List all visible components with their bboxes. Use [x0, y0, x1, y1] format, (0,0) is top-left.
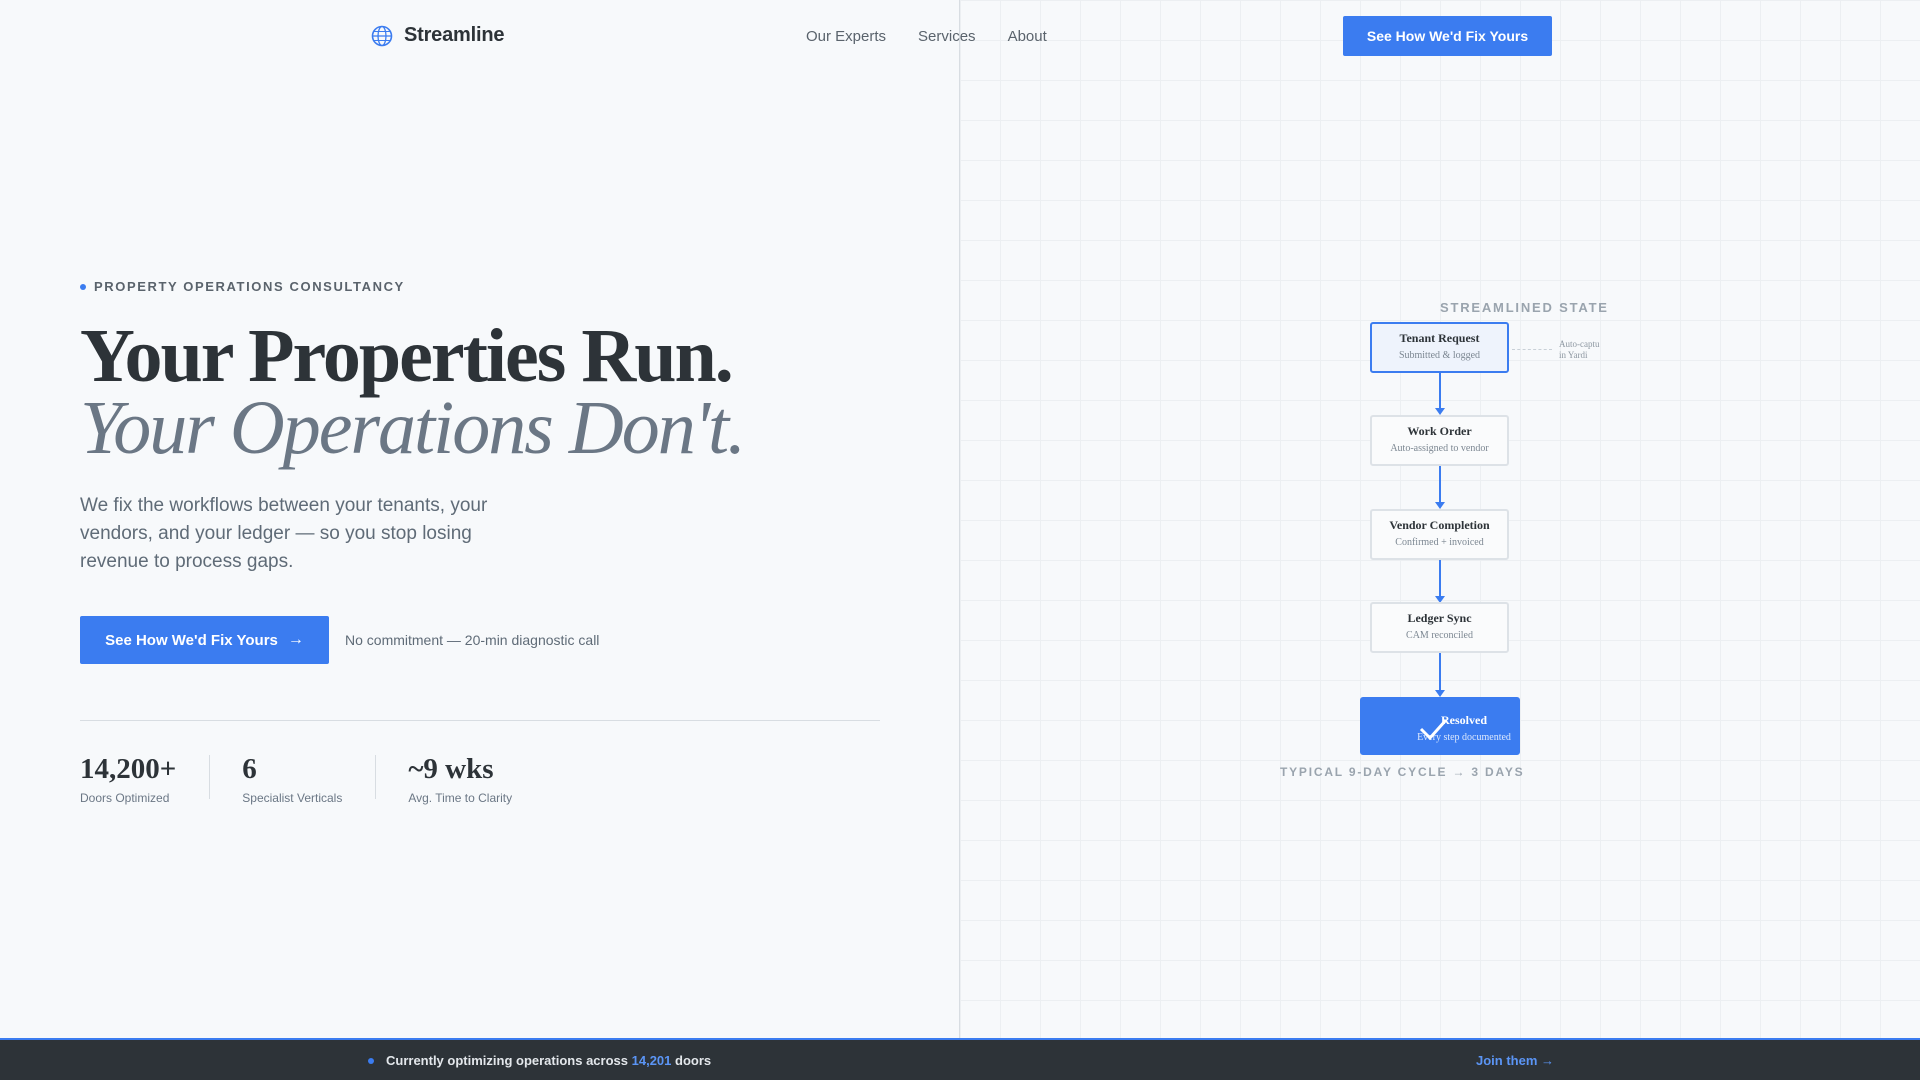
- headline-line-2: Your Operations Don't.: [80, 386, 746, 470]
- side-note-line-1: Auto-captu: [1559, 339, 1600, 349]
- flow-node-subtitle: CAM reconciled: [1406, 630, 1473, 641]
- flow-side-note: Auto-captu in Yardi: [1559, 339, 1600, 361]
- stat-value: 14,200+: [80, 753, 177, 785]
- hero-cta-button[interactable]: See How We'd Fix Yours →: [80, 616, 329, 664]
- annotation-connector: [1512, 349, 1552, 350]
- eyebrow-dot-icon: [80, 283, 86, 290]
- cycle-caption: TYPICAL 9-DAY CYCLE → 3 DAYS: [1280, 765, 1525, 779]
- nav-services[interactable]: Services: [918, 28, 976, 45]
- flow-node-subtitle: Confirmed + invoiced: [1395, 537, 1484, 548]
- headline-line-1: Your Properties Run.: [80, 314, 734, 398]
- flow-node-work-order: Work Order Auto-assigned to vendor: [1370, 415, 1509, 466]
- flow-arrow: [1435, 560, 1445, 603]
- flow-node-vendor-completion: Vendor Completion Confirmed + invoiced: [1370, 509, 1509, 560]
- flow-node-title: Work Order: [1407, 424, 1472, 438]
- status-text-before: Currently optimizing operations across: [386, 1053, 628, 1068]
- flow-node-tenant-request: Tenant Request Submitted & logged: [1370, 322, 1509, 373]
- arrow-right-icon: →: [287, 631, 304, 648]
- status-text-after: doors: [675, 1053, 712, 1068]
- stat-label: Specialist Verticals: [242, 791, 343, 805]
- flow-node-subtitle: Submitted & logged: [1398, 350, 1481, 361]
- doors-count: 14,201: [631, 1053, 672, 1068]
- brand-logo[interactable]: Streamline: [371, 24, 504, 47]
- status-text: Currently optimizing operations across 1…: [386, 1053, 711, 1068]
- join-them-link[interactable]: Join them →: [1476, 1053, 1554, 1068]
- flow-node-title: Tenant Request: [1399, 331, 1480, 345]
- flow-arrow: [1435, 653, 1445, 697]
- globe-icon: [371, 25, 393, 46]
- stat-value: ~9 wks: [408, 753, 494, 785]
- stat-doors: 14,200+ Doors Optimized: [80, 753, 211, 805]
- side-note-line-2: in Yardi: [1559, 350, 1588, 360]
- flow-arrow: [1435, 373, 1445, 415]
- flow-title: STREAMLINED STATE: [1440, 300, 1609, 315]
- flow-node-subtitle: Auto-assigned to vendor: [1390, 443, 1489, 454]
- stat-label: Avg. Time to Clarity: [408, 791, 513, 805]
- header-cta-button[interactable]: See How We'd Fix Yours: [1343, 16, 1552, 56]
- eyebrow: PROPERTY OPERATIONS CONSULTANCY: [80, 279, 405, 294]
- checkmark-icon: [1419, 719, 1448, 741]
- stat-label: Doors Optimized: [80, 791, 170, 805]
- nav-our-experts[interactable]: Our Experts: [806, 28, 886, 45]
- stat-time: ~9 wks Avg. Time to Clarity: [408, 753, 545, 806]
- eyebrow-text: PROPERTY OPERATIONS CONSULTANCY: [94, 279, 405, 294]
- stats-row: 14,200+ Doors Optimized 6 Specialist Ver…: [80, 753, 577, 806]
- status-bar: Currently optimizing operations across 1…: [0, 1038, 1920, 1080]
- stat-value: 6: [242, 753, 257, 785]
- flow-arrow: [1435, 466, 1445, 509]
- hero-cta-label: See How We'd Fix Yours: [105, 631, 278, 649]
- flow-node-ledger-sync: Ledger Sync CAM reconciled: [1370, 602, 1509, 653]
- flow-node-title: Vendor Completion: [1389, 518, 1490, 532]
- hero-lede: We fix the workflows between your tenant…: [80, 495, 488, 572]
- live-dot-icon: [368, 1058, 374, 1064]
- stat-verticals: 6 Specialist Verticals: [242, 753, 377, 805]
- cta-note: No commitment — 20-min diagnostic call: [345, 632, 600, 648]
- divider: [80, 720, 880, 721]
- flow-node-title: Ledger Sync: [1407, 611, 1472, 625]
- nav-about[interactable]: About: [1008, 28, 1047, 45]
- brand-name: Streamline: [404, 24, 505, 46]
- main-nav: Our Experts Services About: [806, 28, 1047, 45]
